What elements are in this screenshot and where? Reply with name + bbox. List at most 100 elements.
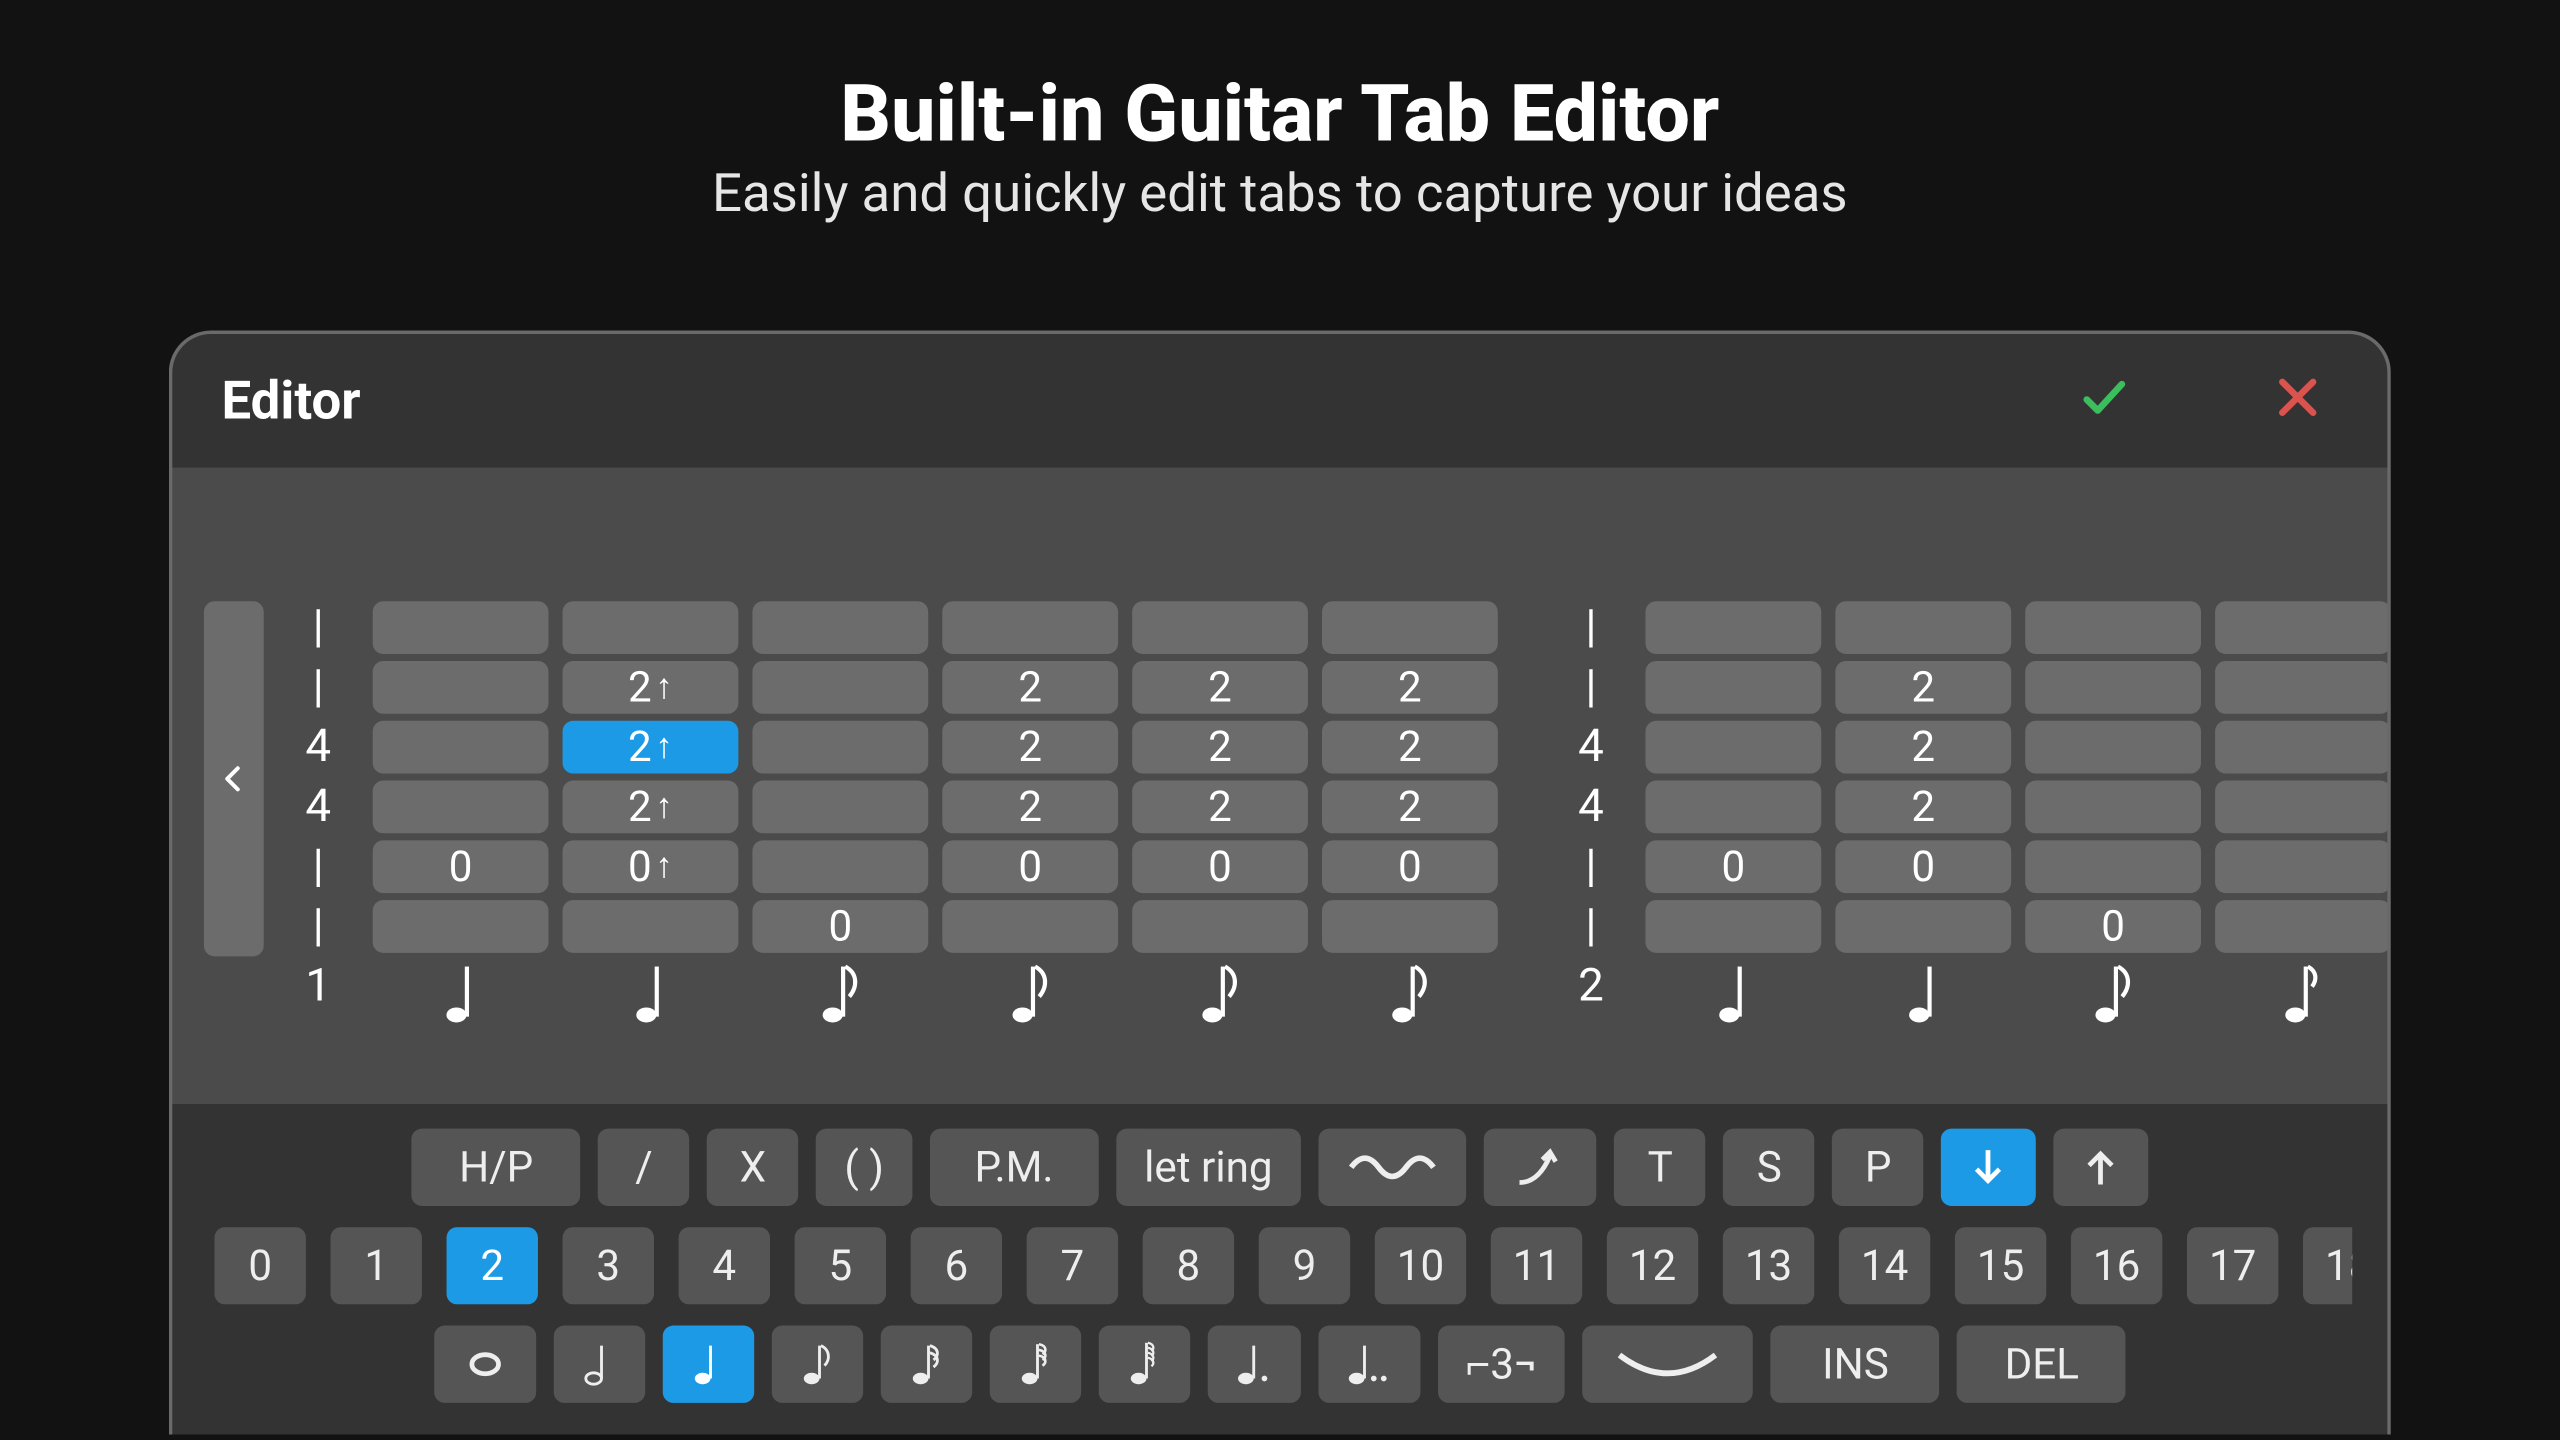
tab-cell[interactable] [1835,900,2011,953]
tab-cell[interactable] [752,781,928,834]
tab-grid[interactable]: |||2↑222|242↑2224242↑22242|00↑000|00|0|0… [278,601,2391,1026]
tab-cell[interactable] [2025,781,2201,834]
tab-cell[interactable] [942,601,1118,654]
tab-cell[interactable]: 2 [1835,721,2011,774]
whole-icon[interactable] [433,1326,535,1403]
key-x[interactable]: X [707,1129,798,1206]
tab-cell[interactable]: 2 [1322,721,1498,774]
tab-cell[interactable] [1132,900,1308,953]
confirm-button[interactable] [2078,371,2131,431]
tab-cell[interactable] [373,781,549,834]
tab-cell[interactable]: 2 [1835,661,2011,714]
fret-key-14[interactable]: 14 [1839,1227,1930,1304]
sixteenth-icon[interactable] [880,1326,971,1403]
thirtysecond-icon[interactable] [989,1326,1080,1403]
fret-key-2[interactable]: 2 [447,1227,538,1304]
tie-icon[interactable] [1583,1326,1754,1403]
tab-cell[interactable] [373,721,549,774]
key--[interactable]: / [598,1129,689,1206]
tab-cell[interactable] [752,721,928,774]
tab-cell[interactable]: 2↑ [563,721,739,774]
tab-cell[interactable] [2215,601,2391,654]
eighth-icon[interactable] [771,1326,862,1403]
fret-key-4[interactable]: 4 [679,1227,770,1304]
fret-key-0[interactable]: 0 [214,1227,305,1304]
fret-key-3[interactable]: 3 [563,1227,654,1304]
tab-cell[interactable] [1132,601,1308,654]
bend-icon[interactable] [1484,1129,1597,1206]
sixtyfourth-icon[interactable] [1098,1326,1189,1403]
tab-cell[interactable]: 2 [1835,781,2011,834]
tab-cell[interactable]: 2 [942,781,1118,834]
tab-cell[interactable]: 0 [373,840,549,893]
key--[interactable]: ( ) [816,1129,912,1206]
fret-key-12[interactable]: 12 [1607,1227,1698,1304]
tab-cell[interactable] [373,601,549,654]
tab-cell[interactable] [1645,900,1821,953]
tab-cell[interactable]: 2 [1322,781,1498,834]
tab-cell[interactable]: 0 [1645,840,1821,893]
tab-cell[interactable] [1322,900,1498,953]
dotted-icon[interactable] [1207,1326,1300,1403]
tab-cell[interactable]: 2 [1132,661,1308,714]
fret-key-16[interactable]: 16 [2071,1227,2162,1304]
fret-key-18[interactable]: 18 [2303,1227,2352,1304]
fret-key-11[interactable]: 11 [1491,1227,1582,1304]
key--3-[interactable]: ⌐3¬ [1437,1326,1565,1403]
tab-cell[interactable] [2215,840,2391,893]
tab-cell[interactable]: 0 [1322,840,1498,893]
tab-cell[interactable] [2215,721,2391,774]
tab-cell[interactable] [2215,661,2391,714]
tab-cell[interactable] [2025,601,2201,654]
tab-cell[interactable]: 0 [1132,840,1308,893]
fret-key-10[interactable]: 10 [1375,1227,1466,1304]
tab-cell[interactable]: 0 [1835,840,2011,893]
tab-cell[interactable] [1645,781,1821,834]
key-p-m-[interactable]: P.M. [930,1129,1099,1206]
tab-cell[interactable]: 2↑ [563,781,739,834]
fret-key-5[interactable]: 5 [795,1227,886,1304]
arrow-up-icon[interactable] [2053,1129,2147,1206]
tab-cell[interactable] [2025,840,2201,893]
tab-cell[interactable]: 2 [1132,721,1308,774]
tab-cell[interactable]: 0 [2025,900,2201,953]
tab-cell[interactable] [942,900,1118,953]
arrow-down-icon[interactable] [1942,1129,2036,1206]
key-t[interactable]: T [1615,1129,1706,1206]
cancel-button[interactable] [2271,371,2324,431]
tab-cell[interactable]: 2 [942,721,1118,774]
fret-key-7[interactable]: 7 [1027,1227,1118,1304]
tab-cell[interactable]: 0 [752,900,928,953]
key-let-ring[interactable]: let ring [1116,1129,1301,1206]
tab-cell[interactable] [752,601,928,654]
tab-cell[interactable] [2215,781,2391,834]
vibrato-icon[interactable] [1318,1129,1466,1206]
tab-cell[interactable]: 0↑ [563,840,739,893]
tab-cell[interactable] [2025,661,2201,714]
scroll-left-button[interactable] [204,601,264,956]
quarter-icon[interactable] [662,1326,753,1403]
key-ins[interactable]: INS [1771,1326,1940,1403]
tab-cell[interactable]: 2↑ [563,661,739,714]
tab-cell[interactable] [1645,661,1821,714]
tab-cell[interactable] [1645,721,1821,774]
double-dotted-icon[interactable] [1318,1326,1420,1403]
tab-cell[interactable] [2025,721,2201,774]
tab-cell[interactable]: 2 [1322,661,1498,714]
fret-key-15[interactable]: 15 [1955,1227,2046,1304]
fret-key-17[interactable]: 17 [2187,1227,2278,1304]
key-s[interactable]: S [1724,1129,1815,1206]
tab-cell[interactable] [373,900,549,953]
fret-key-9[interactable]: 9 [1259,1227,1350,1304]
half-icon[interactable] [553,1326,644,1403]
key-h-p[interactable]: H/P [412,1129,581,1206]
tab-cell[interactable]: 2 [942,661,1118,714]
tab-cell[interactable]: 2 [1132,781,1308,834]
fret-key-1[interactable]: 1 [331,1227,422,1304]
tab-cell[interactable] [752,661,928,714]
tab-cell[interactable] [373,661,549,714]
key-del[interactable]: DEL [1957,1326,2126,1403]
tab-cell[interactable] [1322,601,1498,654]
tab-cell[interactable] [563,601,739,654]
tab-cell[interactable] [2215,900,2391,953]
